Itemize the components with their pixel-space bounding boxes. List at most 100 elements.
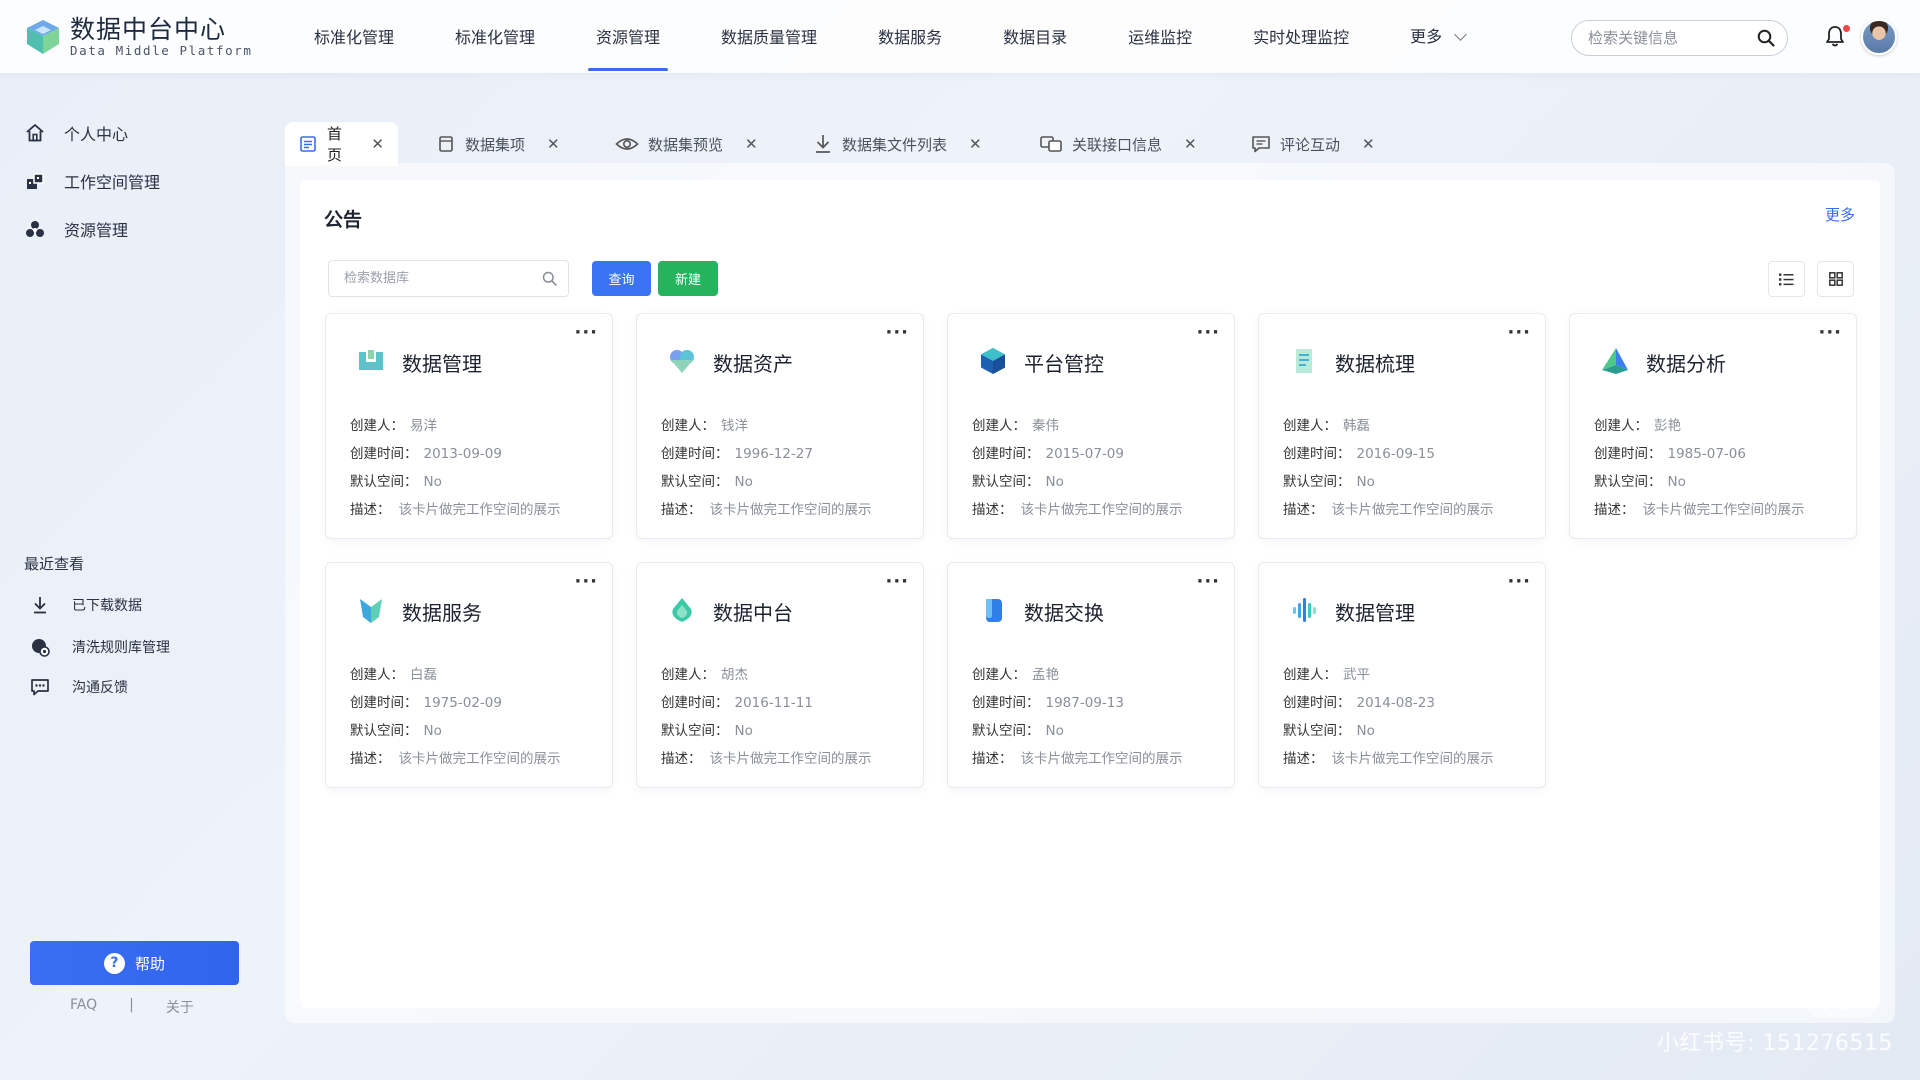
workspace-card[interactable]: ··· 数据分析 创建人： 彭艳 创建时间： 1985-07-06 默认空间： No … <box>1569 313 1857 539</box>
recent-item-label: 已下载数据 <box>72 598 142 614</box>
card-title: 数据梳理 <box>1335 352 1415 376</box>
more-link[interactable]: 更多 <box>1825 204 1855 225</box>
tab-home[interactable]: 首页 ✕ <box>285 122 398 166</box>
recent-item-label: 清洗规则库管理 <box>72 640 170 656</box>
topnav-item-realtime-monitor[interactable]: 实时处理监控 <box>1245 0 1357 73</box>
close-icon[interactable]: ✕ <box>1362 135 1375 153</box>
help-question-icon: ? <box>103 952 125 974</box>
more-options-icon[interactable]: ··· <box>1507 571 1531 592</box>
default-space-label: 默认空间： <box>1594 474 1662 490</box>
recent-item-downloaded[interactable]: 已下载数据 <box>30 595 142 615</box>
default-space-label: 默认空间： <box>1283 474 1351 490</box>
topnav-more[interactable]: 更多 <box>1402 0 1473 73</box>
creator-label: 创建人： <box>972 667 1026 683</box>
close-icon[interactable]: ✕ <box>547 135 560 153</box>
sidebar-item-workspace[interactable]: 工作空间管理 <box>24 169 160 193</box>
data-platform-icon <box>672 598 692 622</box>
close-icon[interactable]: ✕ <box>1184 135 1197 153</box>
card-desc-row: 描述： 该卡片做完工作空间的展示 <box>1283 747 1494 767</box>
sidebar-item-resources[interactable]: 资源管理 <box>24 217 128 241</box>
close-icon[interactable]: ✕ <box>969 135 982 153</box>
card-desc-row: 描述： 该卡片做完工作空间的展示 <box>661 498 872 518</box>
list-view-button[interactable] <box>1768 261 1805 297</box>
created-label: 创建时间： <box>350 446 418 462</box>
tab-label: 评论互动 <box>1280 135 1341 154</box>
default-space-value: No <box>423 723 442 739</box>
link-icon <box>1039 134 1063 154</box>
card-desc-row: 描述： 该卡片做完工作空间的展示 <box>972 498 1183 518</box>
card-desc-row: 描述： 该卡片做完工作空间的展示 <box>1283 498 1494 518</box>
workspace-card[interactable]: ··· 数据中台 创建人： 胡杰 创建时间： 2016-11-11 默认空间： No … <box>636 562 924 788</box>
creator-label: 创建人： <box>350 418 404 434</box>
query-button[interactable]: 查询 <box>592 261 651 296</box>
more-options-icon[interactable]: ··· <box>1507 322 1531 343</box>
database-search-input[interactable] <box>344 261 534 296</box>
brand[interactable]: 数据中台中心 Data Middle Platform <box>22 16 253 58</box>
desc-value: 该卡片做完工作空间的展示 <box>709 751 872 767</box>
close-icon[interactable]: ✕ <box>745 135 758 153</box>
tab-comments[interactable]: 评论互动 ✕ <box>1237 122 1389 166</box>
workspace-card[interactable]: ··· 数据管理 创建人： 武平 创建时间： 2014-08-23 默认空间： No … <box>1258 562 1546 788</box>
creator-label: 创建人： <box>661 418 715 434</box>
avatar[interactable] <box>1861 19 1897 55</box>
faq-link[interactable]: FAQ <box>70 997 97 1017</box>
card-creator-row: 创建人： 孟艳 <box>972 663 1059 683</box>
created-value: 2015-07-09 <box>1045 446 1124 462</box>
card-creator-row: 创建人： 韩磊 <box>1283 414 1370 434</box>
watermark-badge: 小红书 <box>1805 986 1877 1018</box>
tab-dataset-items[interactable]: 数据集项 ✕ <box>422 122 574 166</box>
download-icon <box>813 134 833 154</box>
workspace-card[interactable]: ··· 数据梳理 创建人： 韩磊 创建时间： 2016-09-15 默认空间： No … <box>1258 313 1546 539</box>
workspace-card[interactable]: ··· 数据交换 创建人： 孟艳 创建时间： 1987-09-13 默认空间： No … <box>947 562 1235 788</box>
created-value: 2013-09-09 <box>423 446 502 462</box>
more-options-icon[interactable]: ··· <box>885 322 909 343</box>
card-title: 数据服务 <box>402 601 482 625</box>
tab-dataset-preview[interactable]: 数据集预览 ✕ <box>601 122 772 166</box>
recent-item-feedback[interactable]: 沟通反馈 <box>30 677 128 697</box>
default-space-value: No <box>1045 723 1064 739</box>
workspace-card[interactable]: ··· 数据管理 创建人： 易洋 创建时间： 2013-09-09 默认空间： No … <box>325 313 613 539</box>
card-default-space-row: 默认空间： No <box>972 719 1064 739</box>
grid-view-icon <box>1828 272 1843 286</box>
tab-label: 首页 <box>326 125 342 164</box>
workspace-card[interactable]: ··· 平台管控 创建人： 秦伟 创建时间： 2015-07-09 默认空间： No … <box>947 313 1235 539</box>
data-manage-wave-icon <box>1293 598 1316 622</box>
search-icon[interactable] <box>1757 29 1775 47</box>
grid-view-button[interactable] <box>1817 261 1854 297</box>
card-title: 数据分析 <box>1646 352 1726 376</box>
new-button[interactable]: 新建 <box>658 261 718 296</box>
more-options-icon[interactable]: ··· <box>1196 322 1220 343</box>
more-options-icon[interactable]: ··· <box>885 571 909 592</box>
rules-icon <box>30 637 50 657</box>
more-options-icon[interactable]: ··· <box>1196 571 1220 592</box>
topnav-item-data-service[interactable]: 数据服务 <box>870 0 950 73</box>
desc-value: 该卡片做完工作空间的展示 <box>398 502 561 518</box>
tab-linked-api[interactable]: 关联接口信息 ✕ <box>1025 122 1211 166</box>
card-creator-row: 创建人： 秦伟 <box>972 414 1059 434</box>
creator-label: 创建人： <box>661 667 715 683</box>
top-search-input[interactable] <box>1588 21 1758 55</box>
tab-dataset-files[interactable]: 数据集文件列表 ✕ <box>799 122 996 166</box>
workspace-card[interactable]: ··· 数据服务 创建人： 白磊 创建时间： 1975-02-09 默认空间： No … <box>325 562 613 788</box>
default-space-label: 默认空间： <box>972 474 1040 490</box>
sidebar-item-personal-center[interactable]: 个人中心 <box>24 121 128 145</box>
card-default-space-row: 默认空间： No <box>1283 470 1375 490</box>
close-icon[interactable]: ✕ <box>371 135 384 153</box>
more-options-icon[interactable]: ··· <box>574 571 598 592</box>
topnav-item-data-quality[interactable]: 数据质量管理 <box>713 0 825 73</box>
topnav-item-data-catalog[interactable]: 数据目录 <box>995 0 1075 73</box>
topnav-item-ops-monitor[interactable]: 运维监控 <box>1120 0 1200 73</box>
topnav-item-resources[interactable]: 资源管理 <box>588 0 669 73</box>
brand-subtitle: Data Middle Platform <box>70 43 253 58</box>
help-button[interactable]: ? 帮助 <box>30 941 239 985</box>
default-space-value: No <box>734 474 753 490</box>
more-options-icon[interactable]: ··· <box>574 322 598 343</box>
recent-item-cleaning-rules[interactable]: 清洗规则库管理 <box>30 637 170 657</box>
topnav-item-standardization-1[interactable]: 标准化管理 <box>306 0 402 73</box>
more-options-icon[interactable]: ··· <box>1818 322 1842 343</box>
workspace-card[interactable]: ··· 数据资产 创建人： 钱洋 创建时间： 1996-12-27 默认空间： No … <box>636 313 924 539</box>
desc-value: 该卡片做完工作空间的展示 <box>1331 751 1494 767</box>
about-link[interactable]: 关于 <box>166 997 194 1017</box>
topnav-item-standardization-2[interactable]: 标准化管理 <box>447 0 543 73</box>
search-icon[interactable] <box>542 271 557 286</box>
